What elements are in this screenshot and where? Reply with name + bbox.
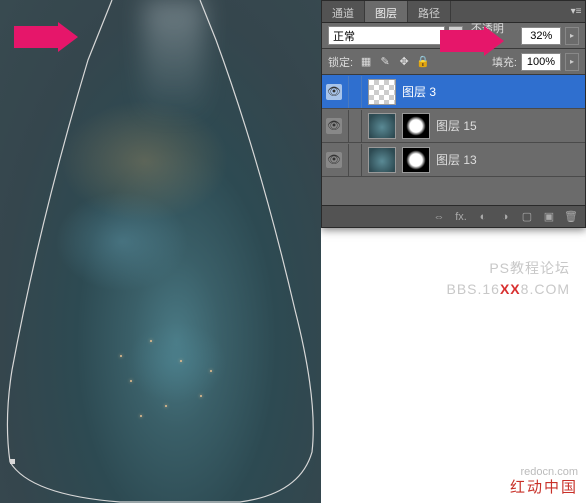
watermark-part: 8.COM bbox=[521, 281, 570, 297]
document-canvas[interactable] bbox=[0, 0, 321, 503]
new-layer-icon[interactable]: ▣ bbox=[541, 210, 557, 223]
link-column[interactable] bbox=[348, 110, 362, 142]
panel-footer: ⇔ fx. ◐ ◑ ▢ ▣ 🗑 bbox=[322, 205, 585, 227]
layer-name[interactable]: 图层 15 bbox=[436, 117, 477, 134]
tab-paths[interactable]: 路径 bbox=[408, 1, 451, 22]
fill-input[interactable]: 100% bbox=[521, 53, 561, 71]
layer-thumbnail[interactable] bbox=[368, 79, 396, 105]
lock-pixels-icon[interactable]: ✎ bbox=[376, 53, 394, 71]
link-column[interactable] bbox=[348, 76, 362, 108]
panel-tabs: 通道 图层 路径 ▾≡ bbox=[322, 1, 585, 23]
corner-watermark: redocn.com 红动中国 bbox=[510, 466, 578, 497]
new-group-icon[interactable]: ▢ bbox=[519, 210, 535, 223]
layer-row[interactable]: 👁 图层 3 bbox=[322, 75, 585, 109]
layer-thumbnail[interactable] bbox=[368, 113, 396, 139]
opacity-input[interactable]: 32% bbox=[521, 27, 561, 45]
visibility-icon[interactable]: 👁 bbox=[326, 118, 342, 134]
lock-label: 锁定: bbox=[328, 54, 353, 70]
blend-mode-select[interactable]: 正常 bbox=[328, 26, 445, 45]
layer-mask-thumbnail[interactable] bbox=[402, 147, 430, 173]
fx-icon[interactable]: fx. bbox=[453, 211, 469, 223]
opacity-slider-icon[interactable]: ▸ bbox=[565, 27, 579, 45]
visibility-icon[interactable]: 👁 bbox=[326, 84, 342, 100]
tab-channels[interactable]: 通道 bbox=[322, 1, 365, 22]
annotation-arrow-icon bbox=[440, 26, 504, 56]
watermark-text: PS教程论坛 BBS.16XX8.COM bbox=[446, 258, 570, 300]
layers-list: 👁 图层 3 👁 图层 15 👁 图层 13 bbox=[322, 75, 585, 205]
watermark-line2: BBS.16XX8.COM bbox=[446, 279, 570, 300]
lock-transparency-icon[interactable]: ▦ bbox=[357, 53, 375, 71]
layer-thumbnail[interactable] bbox=[368, 147, 396, 173]
layer-name[interactable]: 图层 13 bbox=[436, 151, 477, 168]
link-layers-icon[interactable]: ⇔ bbox=[431, 211, 447, 223]
layer-mask-thumbnail[interactable] bbox=[402, 113, 430, 139]
watermark-part: BBS.16 bbox=[446, 281, 499, 297]
annotation-arrow-icon bbox=[14, 22, 78, 52]
visibility-icon[interactable]: 👁 bbox=[326, 152, 342, 168]
pen-path-overlay bbox=[0, 0, 321, 503]
panel-menu-icon[interactable]: ▾≡ bbox=[567, 1, 585, 22]
adjustment-icon[interactable]: ◑ bbox=[497, 211, 513, 223]
fill-slider-icon[interactable]: ▸ bbox=[565, 53, 579, 71]
layer-row[interactable]: 👁 图层 13 bbox=[322, 143, 585, 177]
lock-position-icon[interactable]: ✥ bbox=[395, 53, 413, 71]
link-column[interactable] bbox=[348, 144, 362, 176]
watermark-url: redocn.com bbox=[510, 466, 578, 479]
lock-buttons: ▦ ✎ ✥ 🔒 bbox=[357, 53, 432, 71]
lock-all-icon[interactable]: 🔒 bbox=[414, 53, 432, 71]
watermark-part: XX bbox=[500, 281, 521, 297]
watermark-line1: PS教程论坛 bbox=[446, 258, 570, 279]
watermark-brand: 红动中国 bbox=[510, 479, 578, 497]
tab-layers[interactable]: 图层 bbox=[365, 1, 408, 22]
layer-row[interactable]: 👁 图层 15 bbox=[322, 109, 585, 143]
layer-name[interactable]: 图层 3 bbox=[402, 83, 436, 100]
delete-layer-icon[interactable]: 🗑 bbox=[563, 210, 579, 223]
add-mask-icon[interactable]: ◐ bbox=[475, 211, 491, 223]
